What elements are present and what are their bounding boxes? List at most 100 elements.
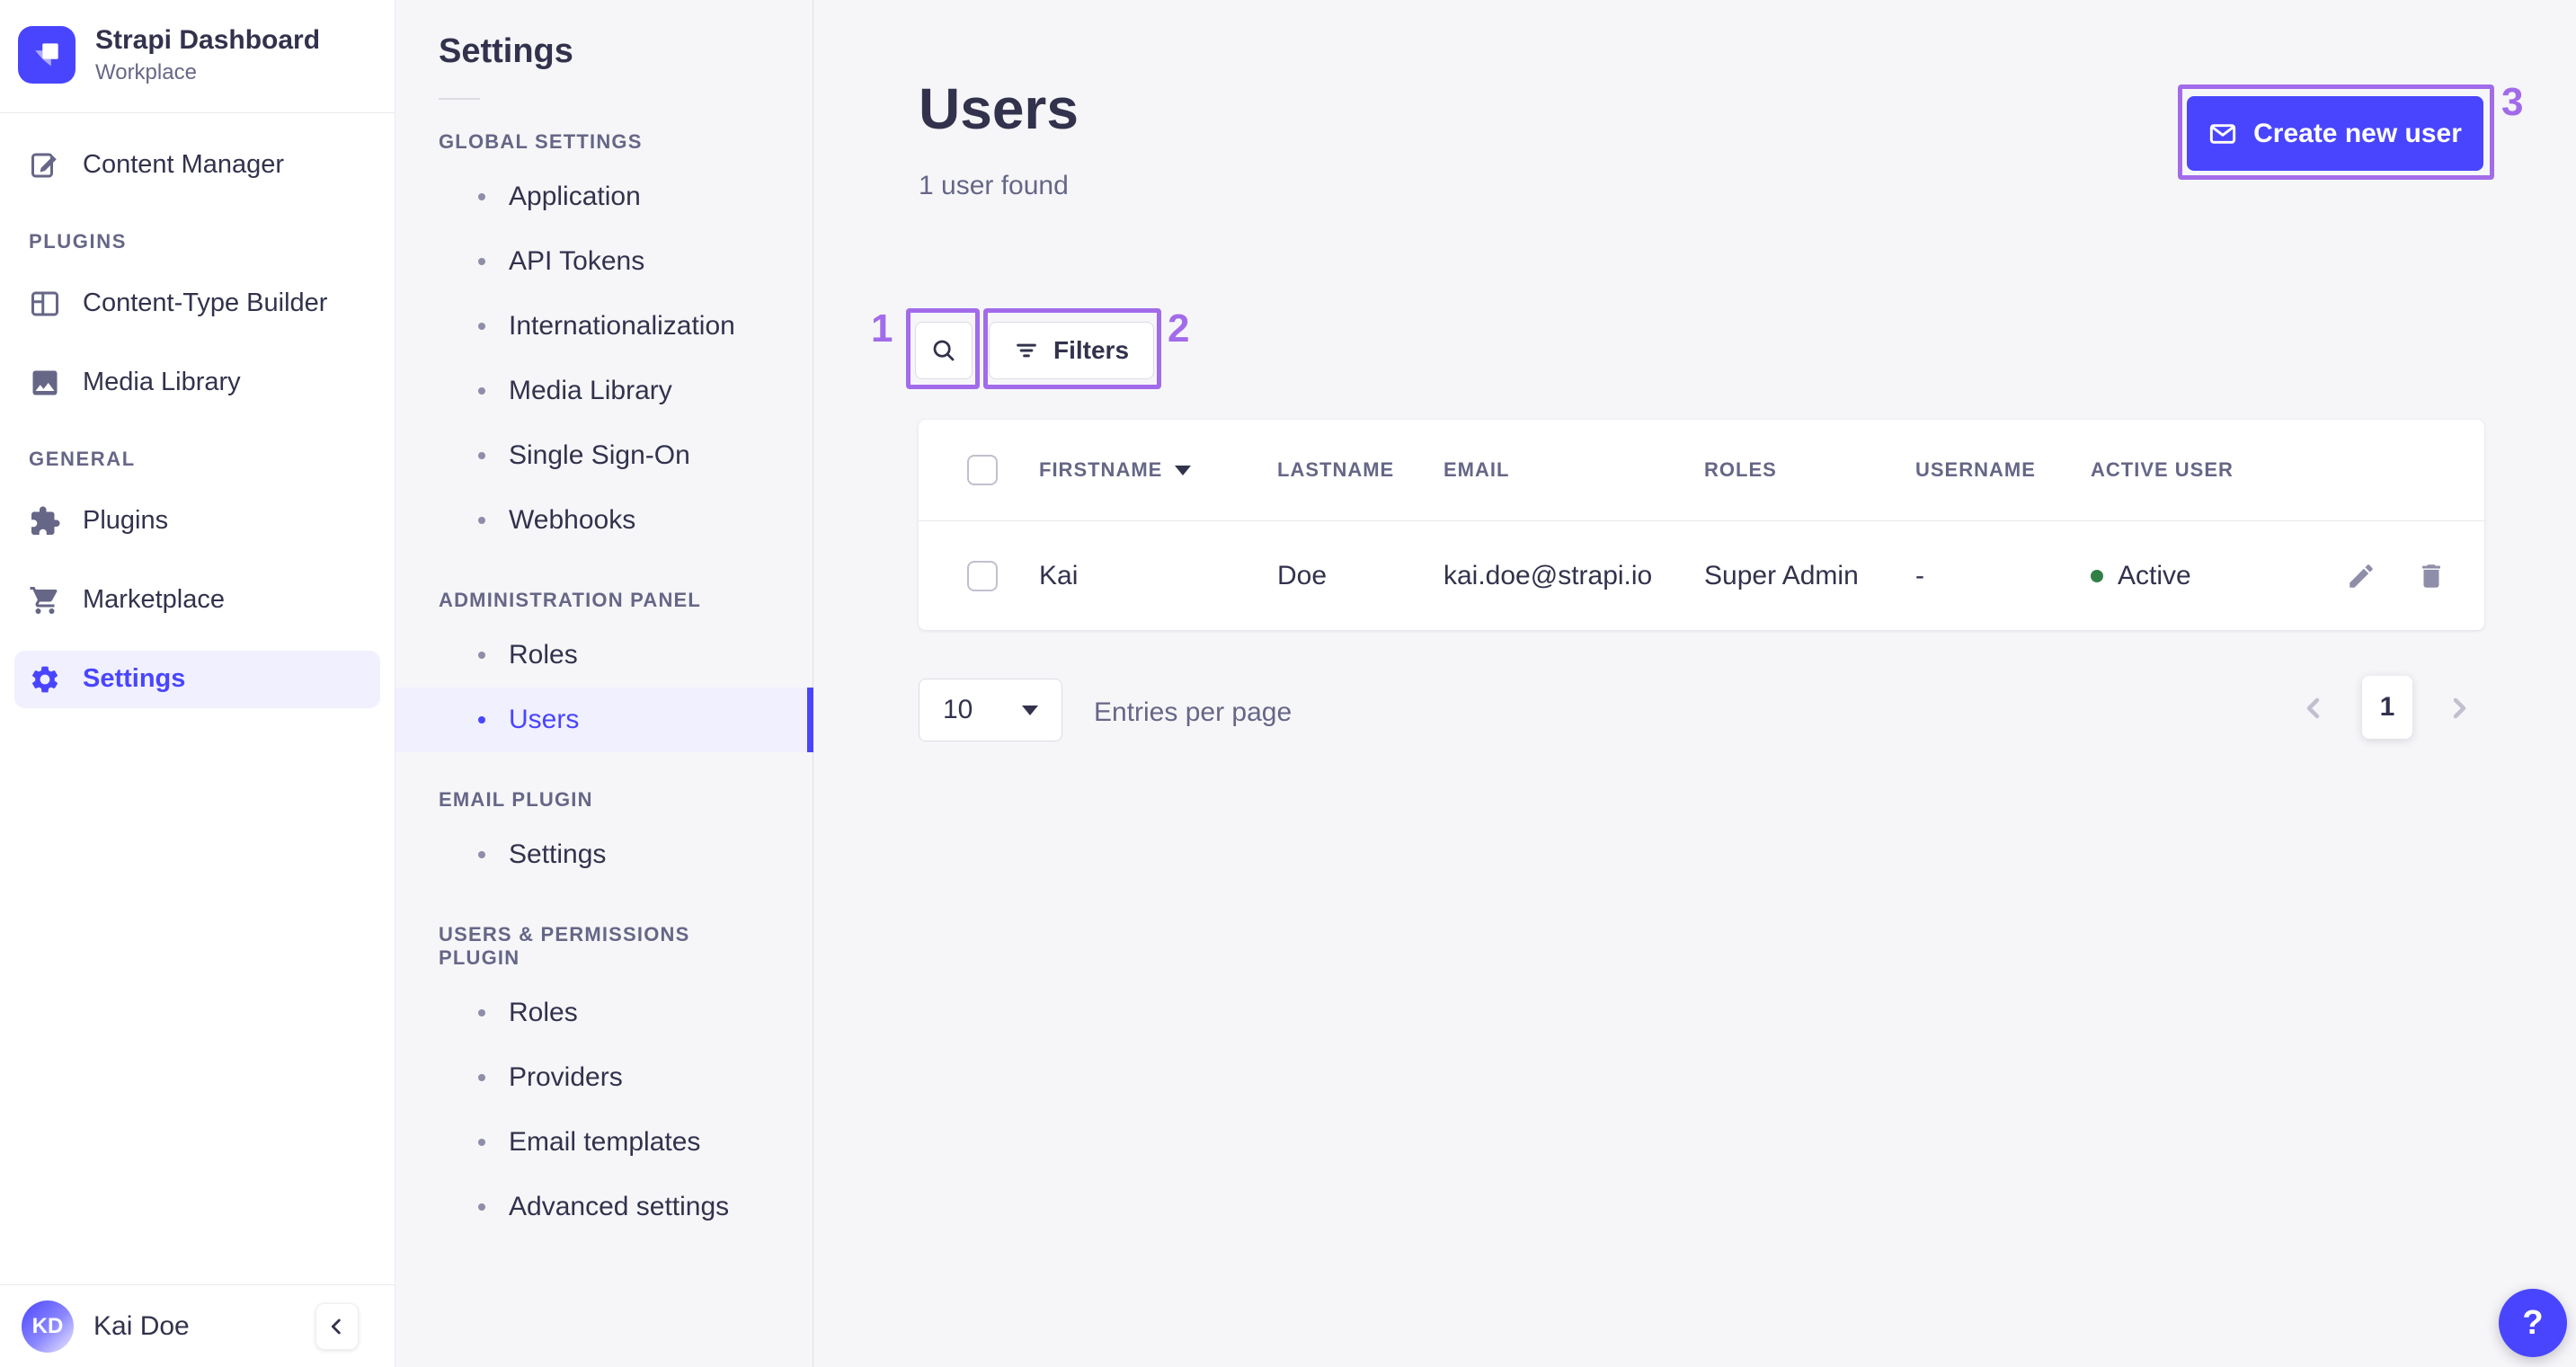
create-new-user-label: Create new user [2253,118,2462,148]
edit-user-button[interactable] [2346,561,2376,591]
entries-per-page-label: Entries per page [1094,697,1292,727]
status-label: Active [2118,560,2191,590]
cell-username: - [1915,560,1924,590]
page-size-value: 10 [943,695,973,724]
bullet-icon [478,517,485,524]
create-new-user-button[interactable]: Create new user [2187,96,2483,171]
pencil-icon [2346,561,2376,591]
sort-desc-icon[interactable] [1175,465,1192,475]
search-button[interactable] [915,322,973,379]
active-status-dot-icon [2091,569,2103,582]
subnav-item-providers[interactable]: Providers [395,1045,813,1110]
chevron-left-icon [2298,692,2331,724]
bullet-icon [478,1009,485,1016]
subnav-section-global-settings: GLOBAL SETTINGS [439,130,643,153]
cell-email: kai.doe@strapi.io [1443,560,1653,590]
help-button[interactable]: ? [2499,1289,2567,1357]
subnav-item-advanced-settings[interactable]: Advanced settings [395,1175,813,1239]
next-page-button[interactable] [2442,692,2474,724]
subnav-item-label: Media Library [509,376,672,405]
user-count: 1 user found [919,171,1069,200]
divider [439,98,480,100]
column-header-active-user[interactable]: ACTIVE USER [2091,458,2297,482]
annotation-label-1: 1 [871,306,893,351]
pencil-square-icon [29,149,61,182]
table-header-row: FIRSTNAME LASTNAME EMAIL ROLES USERNAME … [919,420,2484,520]
page-size-select[interactable]: 10 [919,679,1062,741]
sidebar-section-plugins: PLUGINS [29,229,127,253]
select-all-checkbox[interactable] [967,455,998,485]
subnav-item-users[interactable]: Users [395,688,813,752]
sidebar-section-general: GENERAL [29,447,136,470]
subnav-item-label: Roles [509,640,578,670]
subnav-item-api-tokens[interactable]: API Tokens [395,229,813,294]
subnav-item-internationalization[interactable]: Internationalization [395,294,813,359]
subnav-item-label: Roles [509,998,578,1027]
bullet-icon [478,1139,485,1146]
bullet-icon [478,1203,485,1211]
column-header-email[interactable]: EMAIL [1443,458,1704,482]
bullet-icon [478,851,485,858]
subnav-item-roles-admin[interactable]: Roles [395,623,813,688]
annotation-label-2: 2 [1168,306,1190,351]
subnav-item-email-templates[interactable]: Email templates [395,1110,813,1175]
row-checkbox[interactable] [967,560,998,591]
subnav-item-label: Webhooks [509,505,636,535]
sidebar-item-media-library[interactable]: Media Library [14,354,380,412]
subnav-item-label: API Tokens [509,246,645,276]
bullet-icon [478,323,485,330]
column-header-lastname[interactable]: LASTNAME [1277,458,1443,482]
sidebar-item-label: Content-Type Builder [83,288,328,317]
subnav-item-label: Users [509,705,580,734]
envelope-icon [2208,120,2237,148]
sidebar-item-label: Marketplace [83,585,225,614]
sidebar-item-marketplace[interactable]: Marketplace [14,572,380,629]
sidebar-item-settings[interactable]: Settings [14,650,380,708]
delete-user-button[interactable] [2416,561,2447,591]
page-number-button[interactable]: 1 [2362,676,2412,739]
filter-icon [1014,338,1039,363]
subnav-section-administration-panel: ADMINISTRATION PANEL [439,589,702,611]
bullet-icon [478,1074,485,1081]
avatar[interactable]: KD [22,1300,74,1353]
cell-roles: Super Admin [1704,560,1859,590]
cell-active-status: Active [2091,561,2297,591]
subnav-item-email-settings[interactable]: Settings [395,822,813,887]
sidebar-item-content-manager[interactable]: Content Manager [14,137,380,194]
layout-icon [29,288,61,320]
subnav-title: Settings [439,32,573,70]
collapse-sidebar-button[interactable] [315,1302,359,1350]
bullet-icon [478,387,485,395]
sidebar-item-label: Content Manager [83,150,285,179]
sidebar-item-plugins[interactable]: Plugins [14,493,380,550]
previous-page-button[interactable] [2298,692,2331,724]
column-header-roles[interactable]: ROLES [1704,458,1915,482]
subnav-item-application[interactable]: Application [395,164,813,229]
column-header-firstname[interactable]: FIRSTNAME [1039,458,1277,482]
cart-icon [29,584,61,617]
image-icon [29,367,61,399]
bullet-icon [478,452,485,459]
table-row[interactable]: Kai Doe kai.doe@strapi.io Super Admin - … [919,520,2484,630]
subnav-item-media-library[interactable]: Media Library [395,359,813,423]
subnav-section-users-permissions-plugin: USERS & PERMISSIONS PLUGIN [439,923,690,969]
search-icon [930,337,957,364]
sidebar-item-content-type-builder[interactable]: Content-Type Builder [14,275,380,333]
column-header-username[interactable]: USERNAME [1915,458,2091,482]
filters-button[interactable]: Filters [989,322,1154,379]
user-bar: KD Kai Doe [0,1284,395,1367]
filters-label: Filters [1053,336,1130,364]
main-content: Users 1 user found Create new user Filte… [813,0,2576,1367]
subnav-section-email-plugin: EMAIL PLUGIN [439,788,593,811]
workspace-brand[interactable]: Strapi Dashboard Workplace [0,0,395,112]
bullet-icon [478,716,485,723]
trash-icon [2416,561,2447,591]
main-sidebar: Strapi Dashboard Workplace Content Manag… [0,0,395,1367]
bullet-icon [478,258,485,265]
subnav-item-roles-up[interactable]: Roles [395,981,813,1045]
bullet-icon [478,652,485,659]
subnav-item-single-sign-on[interactable]: Single Sign-On [395,423,813,488]
subnav-item-webhooks[interactable]: Webhooks [395,488,813,553]
subnav-item-label: Settings [509,839,607,869]
workspace-name: Workplace [95,59,197,84]
